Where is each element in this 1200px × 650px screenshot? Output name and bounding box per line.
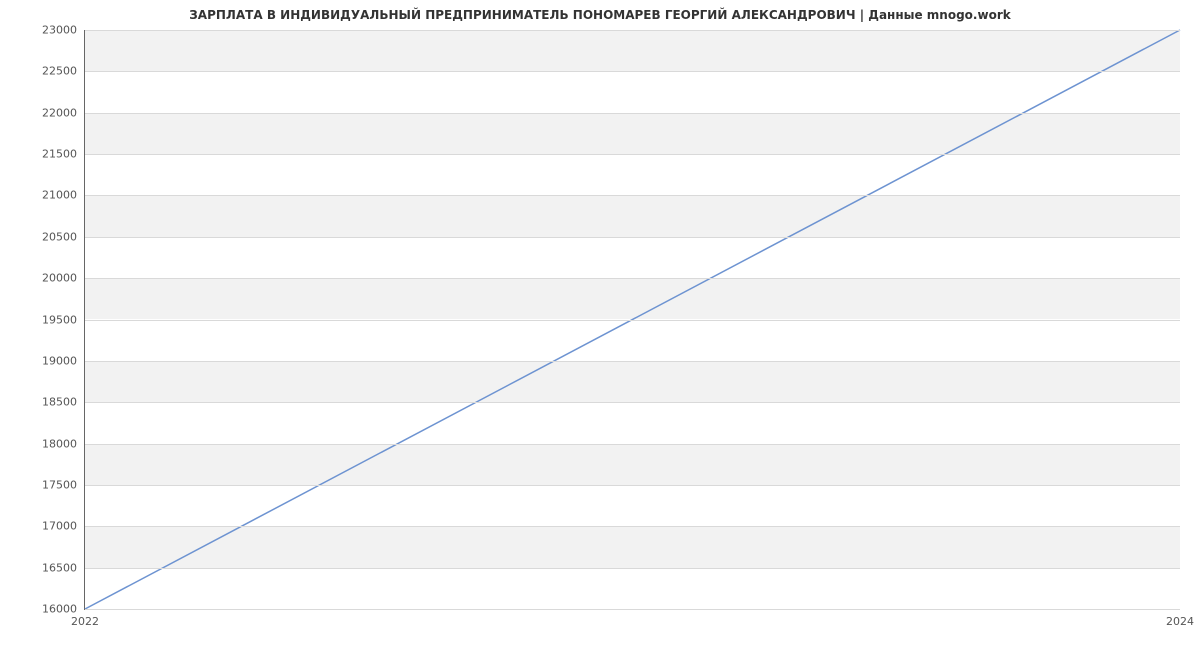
y-tick-label: 21500	[42, 148, 85, 161]
gridline	[85, 444, 1180, 445]
y-tick-label: 17000	[42, 520, 85, 533]
gridline	[85, 609, 1180, 610]
gridline	[85, 568, 1180, 569]
gridline	[85, 30, 1180, 31]
gridline	[85, 237, 1180, 238]
y-tick-label: 16500	[42, 561, 85, 574]
y-tick-label: 19500	[42, 313, 85, 326]
y-tick-label: 18000	[42, 437, 85, 450]
y-tick-label: 19000	[42, 354, 85, 367]
gridline	[85, 113, 1180, 114]
y-tick-label: 21000	[42, 189, 85, 202]
y-tick-label: 20500	[42, 230, 85, 243]
gridline	[85, 361, 1180, 362]
y-tick-label: 22500	[42, 65, 85, 78]
gridline	[85, 278, 1180, 279]
plot-area: 1600016500170001750018000185001900019500…	[84, 30, 1180, 610]
gridline	[85, 195, 1180, 196]
gridline	[85, 320, 1180, 321]
x-tick-label: 2022	[71, 609, 99, 628]
y-tick-label: 23000	[42, 24, 85, 37]
y-tick-label: 20000	[42, 272, 85, 285]
gridline	[85, 526, 1180, 527]
y-tick-label: 22000	[42, 106, 85, 119]
y-tick-label: 18500	[42, 396, 85, 409]
x-tick-label: 2024	[1166, 609, 1194, 628]
y-tick-label: 17500	[42, 478, 85, 491]
gridline	[85, 485, 1180, 486]
gridline	[85, 71, 1180, 72]
chart-plot: 1600016500170001750018000185001900019500…	[84, 30, 1180, 610]
gridline	[85, 154, 1180, 155]
gridline	[85, 402, 1180, 403]
chart-title: ЗАРПЛАТА В ИНДИВИДУАЛЬНЫЙ ПРЕДПРИНИМАТЕЛ…	[0, 0, 1200, 30]
